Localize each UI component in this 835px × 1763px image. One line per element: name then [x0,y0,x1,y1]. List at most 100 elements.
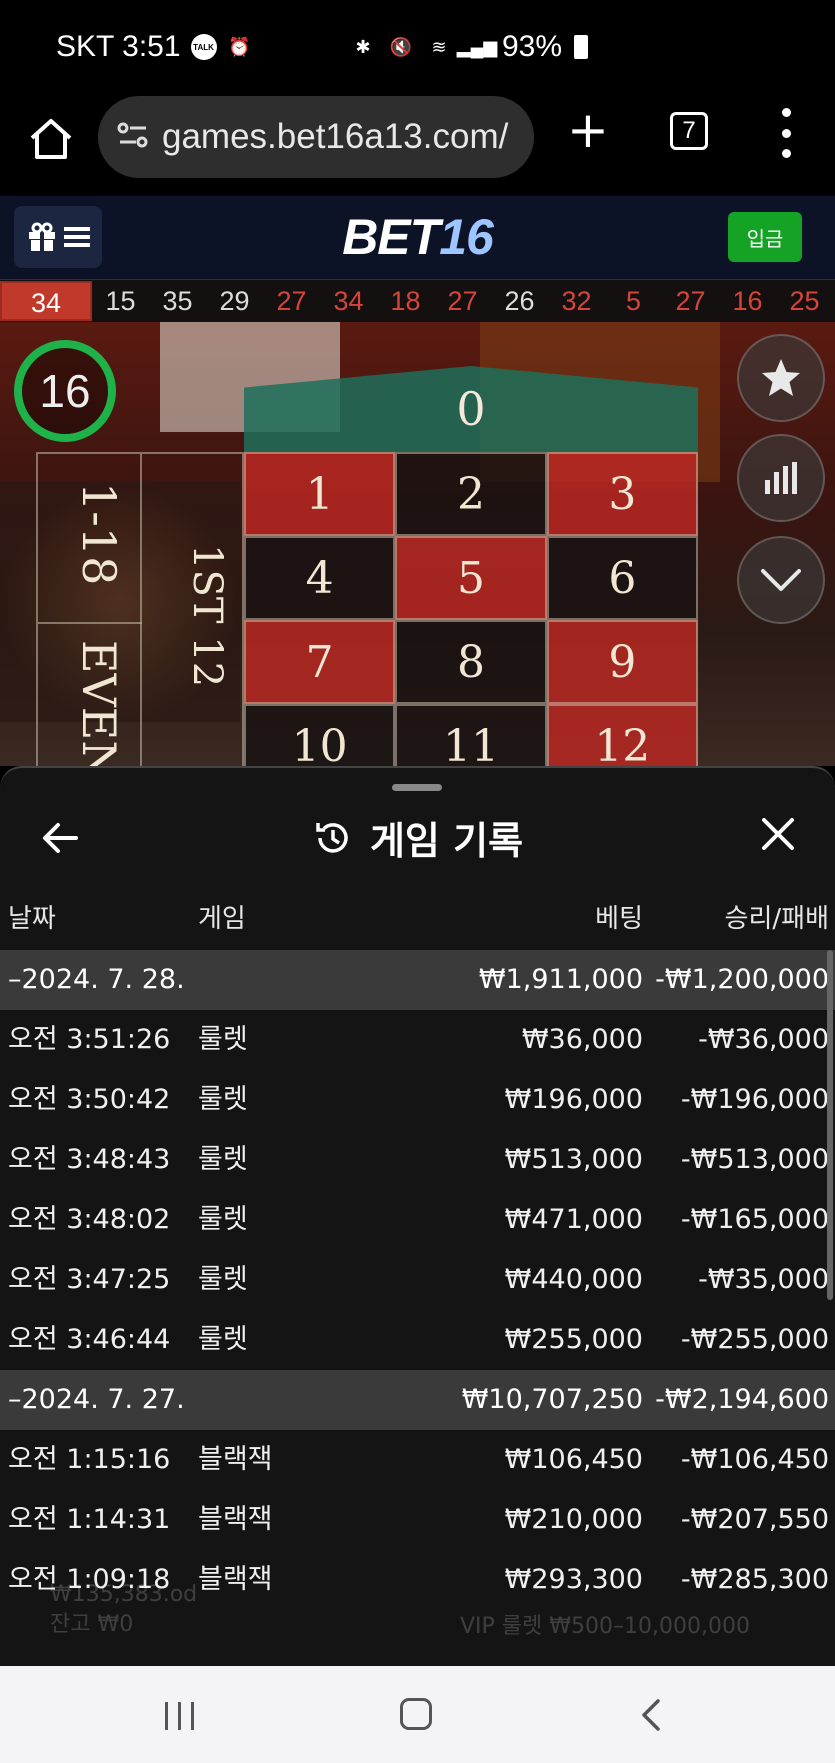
row-game: 룰렛 [198,1144,248,1175]
history-result: 15 [105,285,136,316]
history-result: 18 [390,285,421,316]
home-icon[interactable] [26,114,76,164]
column-header-result: 승리/패배 [724,904,829,934]
row-time: 오전 3:48:43 [8,1144,171,1175]
column-header-bet: 베팅 [595,904,643,934]
row-result: -₩207,550 [680,1504,829,1535]
row-time: 오전 3:50:42 [8,1084,171,1115]
status-bar: SKT 3:51 TALK ⏰ ✱ 🔇 ≋ ▂▄▆ 93% [0,0,835,96]
history-result: 34 [333,285,364,316]
table-row[interactable]: 오전 3:48:43 룰렛 ₩513,000 -₩513,000 [0,1130,835,1190]
recent-apps-icon[interactable] [165,1702,194,1730]
bet-number-7[interactable]: 7 [244,620,396,704]
date-group-header[interactable]: –2024. 7. 27. ₩10,707,250 -₩2,194,600 [0,1370,835,1430]
address-bar[interactable]: games.bet16a13.com/ [98,96,534,178]
outside-bets: 1-18 EVEN 1ST 12 [36,452,244,766]
url-text[interactable]: games.bet16a13.com/ [162,117,508,157]
history-result: 26 [504,285,535,316]
row-game: 룰렛 [198,1264,248,1295]
row-result: -₩196,000 [680,1084,829,1115]
row-result: -₩165,000 [680,1204,829,1235]
bet-number-3[interactable]: 3 [546,452,698,536]
bet-number-10[interactable]: 10 [244,704,396,766]
more-menu-icon[interactable] [776,108,796,158]
new-tab-icon[interactable]: + [566,105,610,155]
table-row[interactable]: 오전 3:47:25 룰렛 ₩440,000 -₩35,000 [0,1250,835,1310]
system-nav-bar [0,1666,835,1763]
row-game: 룰렛 [198,1084,248,1115]
deposit-button[interactable]: 입금 [728,212,802,262]
table-row[interactable]: 오전 1:15:16 블랙잭 ₩106,450 -₩106,450 [0,1430,835,1490]
row-bet: ₩513,000 [504,1144,643,1175]
history-result: 35 [162,285,193,316]
battery-percent: 93% [502,30,563,63]
date-group-header[interactable]: –2024. 7. 28. ₩1,911,000 -₩1,200,000 [0,950,835,1010]
drag-handle[interactable] [392,784,442,791]
roulette-game-area: 16 1-18 EVEN 1ST 12 0 1 2 3 4 5 6 7 8 9 10 11 12 [0,322,835,766]
bet-number-6[interactable]: 6 [546,536,698,620]
history-table-header: 날짜 게임 베팅 승리/패배 [0,898,835,950]
home-nav-icon[interactable] [400,1698,432,1730]
group-bet-total: ₩10,707,250 [461,1384,643,1415]
site-logo[interactable]: BET16 [0,208,835,266]
back-nav-icon[interactable] [636,1698,666,1732]
status-right: ✱ 🔇 ≋ ▂▄▆ 93% [350,30,589,64]
site-header: BET16 입금 [0,196,835,280]
row-bet: ₩36,000 [521,1024,643,1055]
sheet-title: 게임 기록 [0,810,835,865]
row-time: 오전 3:46:44 [8,1324,171,1355]
table-row[interactable]: 오전 3:48:02 룰렛 ₩471,000 -₩165,000 [0,1190,835,1250]
statistics-button[interactable] [737,434,825,522]
bet-number-1[interactable]: 1 [244,452,396,536]
row-time: 오전 1:14:31 [8,1504,171,1535]
number-grid-row: 10 11 12 [244,704,698,766]
row-bet: ₩196,000 [504,1084,643,1115]
favorites-button[interactable] [737,334,825,422]
table-row[interactable]: 오전 3:46:44 룰렛 ₩255,000 -₩255,000 [0,1310,835,1370]
bet-number-2[interactable]: 2 [395,452,547,536]
bet-number-8[interactable]: 8 [395,620,547,704]
wifi-icon: ≋ [431,36,447,57]
bet-number-9[interactable]: 9 [546,620,698,704]
browser-toolbar: games.bet16a13.com/ + 7 [0,96,835,196]
number-grid: 1 2 3 4 5 6 7 8 9 10 11 12 [244,452,698,766]
group-bet-total: ₩1,911,000 [478,964,643,995]
row-result: -₩106,450 [680,1444,829,1475]
row-time: 오전 1:15:16 [8,1444,171,1475]
mute-icon: 🔇 [389,36,413,57]
bar-chart-icon [765,462,797,494]
countdown-timer: 16 [14,340,116,442]
close-icon[interactable] [758,814,798,854]
row-bet: ₩106,450 [504,1444,643,1475]
group-result-total: -₩1,200,000 [655,964,829,995]
game-history-sheet: 게임 기록 날짜 게임 베팅 승리/패배 –2024. 7. 28. ₩1,911… [0,766,835,1666]
row-game: 룰렛 [198,1204,248,1235]
number-grid-row: 789 [244,620,698,704]
column-header-date: 날짜 [8,904,56,934]
chevron-down-icon [761,569,801,591]
number-grid-row: 123 [244,452,698,536]
bet-1st-12[interactable]: 1ST 12 [184,544,230,687]
bet-number-5[interactable]: 5 [395,536,547,620]
row-result: -₩35,000 [698,1264,829,1295]
row-game: 룰렛 [198,1324,248,1355]
table-row[interactable]: 오전 1:14:31 블랙잭 ₩210,000 -₩207,550 [0,1490,835,1550]
table-row[interactable]: 오전 3:51:26 룰렛 ₩36,000 -₩36,000 [0,1010,835,1070]
bet-number-11[interactable]: 11 [395,704,547,766]
collapse-button[interactable] [737,536,825,624]
bet-1-18[interactable]: 1-18 [72,482,126,585]
row-time: 오전 3:48:02 [8,1204,171,1235]
table-row[interactable]: 오전 3:50:42 룰렛 ₩196,000 -₩196,000 [0,1070,835,1130]
row-bet: ₩210,000 [504,1504,643,1535]
group-date: –2024. 7. 28. [8,964,185,995]
bet-even[interactable]: EVEN [72,640,126,766]
bet-number-12[interactable]: 12 [546,704,698,766]
carrier-time: SKT 3:51 [56,30,181,63]
site-settings-icon[interactable] [116,120,150,154]
row-time: 오전 3:47:25 [8,1264,171,1295]
scrollbar[interactable] [827,950,833,1300]
talk-icon: TALK [190,34,217,60]
column-header-game: 게임 [198,904,246,934]
bet-number-4[interactable]: 4 [244,536,396,620]
tab-switcher-button[interactable]: 7 [670,112,708,150]
